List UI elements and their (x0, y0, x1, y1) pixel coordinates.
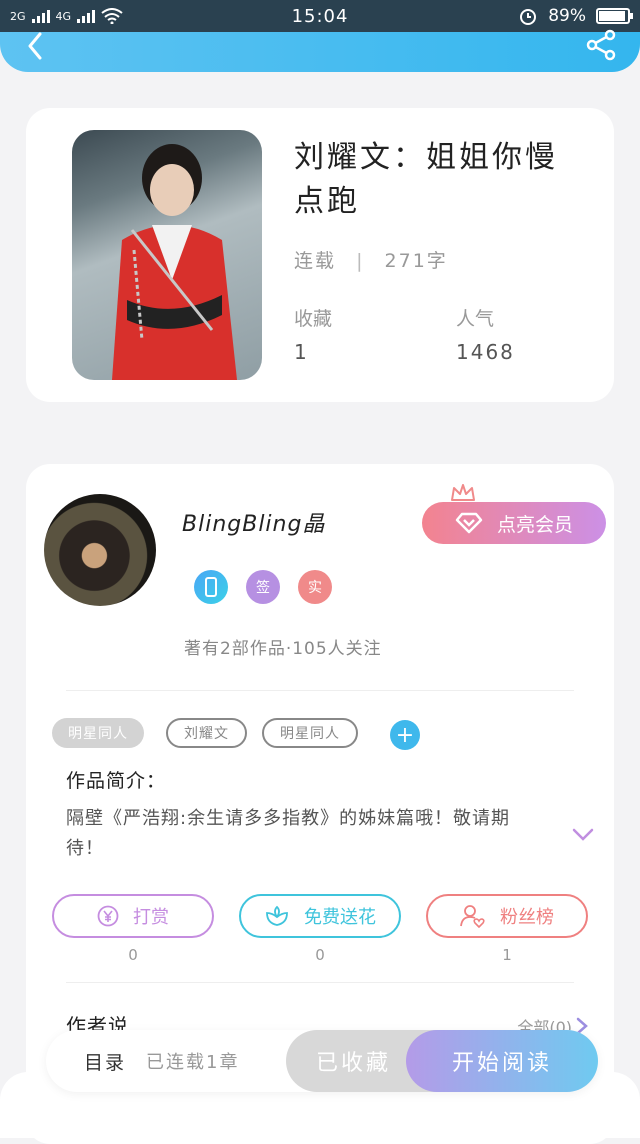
fan-ranking-label: 粉丝榜 (500, 907, 554, 928)
share-icon[interactable] (584, 28, 618, 62)
book-info-card: 刘耀文：姐姐你慢点跑 连载 | 271字 收藏 1 人气 1468 (26, 108, 614, 402)
book-title: 刘耀文：姐姐你慢点跑 (294, 140, 558, 219)
vip-button[interactable]: 点亮会员 (422, 502, 606, 544)
alarm-icon (520, 9, 537, 25)
yen-icon (97, 905, 119, 927)
fan-count: 1 (502, 946, 512, 964)
collect-value: 1 (294, 340, 309, 364)
phone-badge-icon (194, 570, 228, 604)
back-arrow-icon[interactable] (22, 32, 50, 60)
crown-icon (451, 484, 475, 501)
book-meta: 连载 | 271字 (294, 250, 448, 272)
flower-count: 0 (315, 946, 325, 964)
tag-filled[interactable]: 明星同人 (52, 718, 144, 748)
popularity-label: 人气 (456, 308, 495, 330)
book-cover-image[interactable] (72, 130, 262, 380)
bottom-action-bar: 目录 已连载1章 已收藏 开始阅读 (46, 1030, 598, 1092)
book-status: 连载 (294, 250, 337, 272)
add-tag-button[interactable]: + (390, 720, 420, 750)
reward-button[interactable]: 打赏 (52, 894, 214, 938)
collect-label: 收藏 (294, 308, 333, 330)
send-flower-button[interactable]: 免费送花 (239, 894, 401, 938)
popularity-value: 1468 (456, 340, 515, 364)
fan-ranking-button[interactable]: 粉丝榜 (426, 894, 588, 938)
author-avatar[interactable] (44, 494, 156, 606)
start-reading-button[interactable]: 开始阅读 (406, 1030, 598, 1092)
vip-label: 点亮会员 (496, 513, 573, 536)
flower-icon (266, 905, 288, 926)
author-works-summary: 著有2部作品·105人关注 (184, 639, 382, 659)
toc-chapter-count: 已连载1章 (146, 1052, 240, 1073)
battery-icon (596, 8, 633, 24)
reward-count: 0 (128, 946, 138, 964)
signed-badge: 签 (246, 570, 280, 604)
tag-outline-1[interactable]: 刘耀文 (166, 718, 247, 748)
chevron-down-icon[interactable] (572, 828, 594, 842)
status-bar: 2G 4G 15:04 89% (0, 0, 640, 32)
reward-label: 打赏 (133, 907, 169, 928)
author-name[interactable]: BlingBling晶 (182, 506, 325, 538)
toc-button[interactable]: 目录 (84, 1048, 126, 1075)
intro-text: 隔壁《严浩翔:余生请多多指教》的姊妹篇哦！敬请期待！ (66, 808, 511, 859)
battery-percent: 89% (548, 6, 586, 26)
cover-figure (112, 144, 237, 380)
diamond-icon (455, 512, 483, 534)
divider-2 (66, 982, 574, 983)
send-flower-label: 免费送花 (304, 907, 376, 928)
header-bar (0, 32, 640, 72)
verified-badge: 实 (298, 570, 332, 604)
book-word-count: 271字 (384, 250, 448, 272)
intro-heading: 作品简介： (66, 770, 167, 792)
user-heart-icon (460, 905, 485, 928)
tag-outline-2[interactable]: 明星同人 (262, 718, 358, 748)
divider (66, 690, 574, 691)
